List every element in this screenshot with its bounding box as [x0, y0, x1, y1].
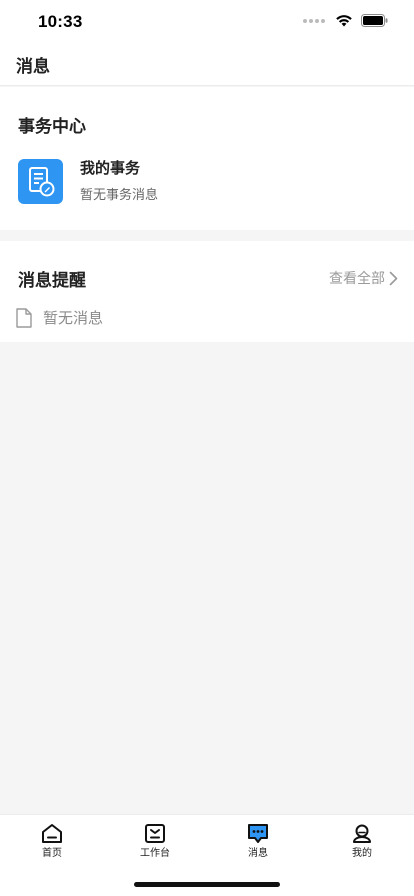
message-reminder-title: 消息提醒: [18, 271, 86, 291]
empty-messages: 暂无消息: [15, 307, 103, 328]
profile-icon: [353, 824, 371, 843]
wifi-icon: [335, 14, 353, 27]
document-edit-icon: [18, 158, 63, 204]
home-icon: [42, 824, 62, 843]
battery-icon: [361, 14, 388, 27]
file-icon: [16, 307, 32, 328]
chevron-right-icon: [389, 271, 398, 285]
tab-profile-label: 我的: [352, 848, 372, 859]
status-indicators: [303, 14, 388, 27]
cellular-signal-icon: [303, 18, 325, 23]
view-all-label: 查看全部: [329, 271, 385, 287]
workbench-icon: [145, 824, 165, 843]
my-affairs-label: 我的事务: [80, 158, 141, 177]
my-affairs-description: 暂无事务消息: [80, 187, 159, 203]
status-time: 10:33: [38, 12, 83, 31]
status-bar: 10:33: [0, 0, 414, 44]
tab-messages[interactable]: 消息: [206, 823, 310, 871]
view-all-link[interactable]: 查看全部: [329, 268, 398, 288]
empty-messages-text: 暂无消息: [43, 309, 104, 327]
my-affairs-item[interactable]: 我的事务 暂无事务消息: [18, 158, 396, 204]
my-affairs-text: 我的事务 暂无事务消息: [80, 158, 158, 205]
tab-workbench-label: 工作台: [140, 848, 170, 859]
tab-workbench[interactable]: 工作台: [103, 823, 207, 871]
affairs-center-section: 事务中心 我的事务 暂无事务消息: [0, 87, 414, 230]
tab-home[interactable]: 首页: [0, 823, 104, 871]
page-title: 消息: [16, 57, 50, 77]
tab-profile[interactable]: 我的: [310, 823, 414, 871]
affairs-center-title: 事务中心: [18, 117, 86, 137]
tab-home-label: 首页: [42, 848, 62, 859]
nav-header: 消息: [0, 44, 414, 86]
tab-messages-label: 消息: [248, 848, 268, 859]
home-indicator: [134, 882, 280, 887]
message-screen: 10:33 消息 事务中心 我的事务 暂无事务消息 消息提醒 查看全部 暂无消息…: [0, 0, 414, 896]
message-icon: [248, 824, 268, 843]
message-reminder-section: 消息提醒 查看全部 暂无消息: [0, 241, 414, 342]
